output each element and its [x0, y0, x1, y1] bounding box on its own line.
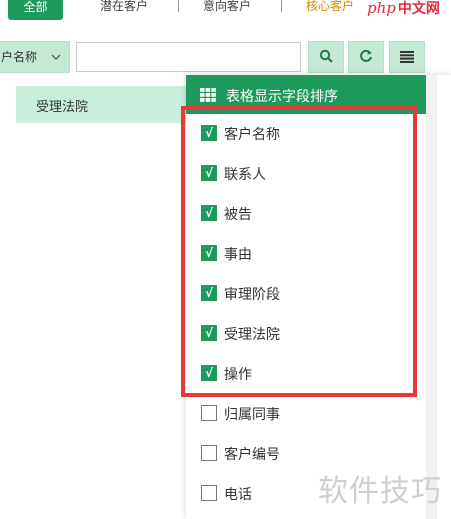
column-panel-title: 表格显示字段排序: [226, 89, 338, 105]
table-header: 受理法院: [16, 86, 186, 123]
column-option-label: 电话: [224, 487, 252, 503]
search-icon: [319, 48, 333, 67]
columns-toggle-button[interactable]: [389, 41, 425, 73]
tab-divider: [178, 0, 179, 12]
tab-core[interactable]: 核心客户: [306, 0, 354, 14]
column-option-label: 归属同事: [224, 407, 280, 423]
tab-potential[interactable]: 潜在客户: [100, 0, 148, 14]
column-option-checkbox[interactable]: [201, 445, 217, 461]
php-cn-logo: php 中文网: [367, 0, 440, 18]
highlight-annotation-box: [181, 106, 417, 397]
refresh-button[interactable]: [348, 41, 384, 73]
column-option[interactable]: 归属同事: [186, 393, 426, 433]
watermark-text: 软件技巧: [318, 474, 442, 509]
column-option-checkbox[interactable]: [201, 485, 217, 501]
column-panel-scrollbar[interactable]: [426, 75, 437, 519]
chevron-down-icon: [51, 42, 61, 85]
search-field-label: 户名称: [1, 50, 38, 64]
column-option-checkbox[interactable]: [201, 405, 217, 421]
tab-intent[interactable]: 意向客户: [203, 0, 251, 14]
search-field-select[interactable]: 户名称: [0, 41, 70, 73]
search-input[interactable]: [76, 42, 301, 72]
columns-icon: [400, 48, 414, 67]
tab-all[interactable]: 全部: [8, 0, 63, 20]
search-button[interactable]: [308, 41, 344, 73]
logo-cn-text: 中文网: [397, 1, 440, 17]
tab-divider: [281, 0, 282, 12]
grid-icon: [200, 87, 216, 102]
refresh-icon: [359, 48, 373, 67]
table-header-cell: 受理法院: [36, 100, 89, 115]
logo-php-text: php: [367, 0, 396, 17]
search-toolbar: 户名称: [0, 41, 451, 73]
column-option-label: 客户编号: [224, 447, 280, 463]
